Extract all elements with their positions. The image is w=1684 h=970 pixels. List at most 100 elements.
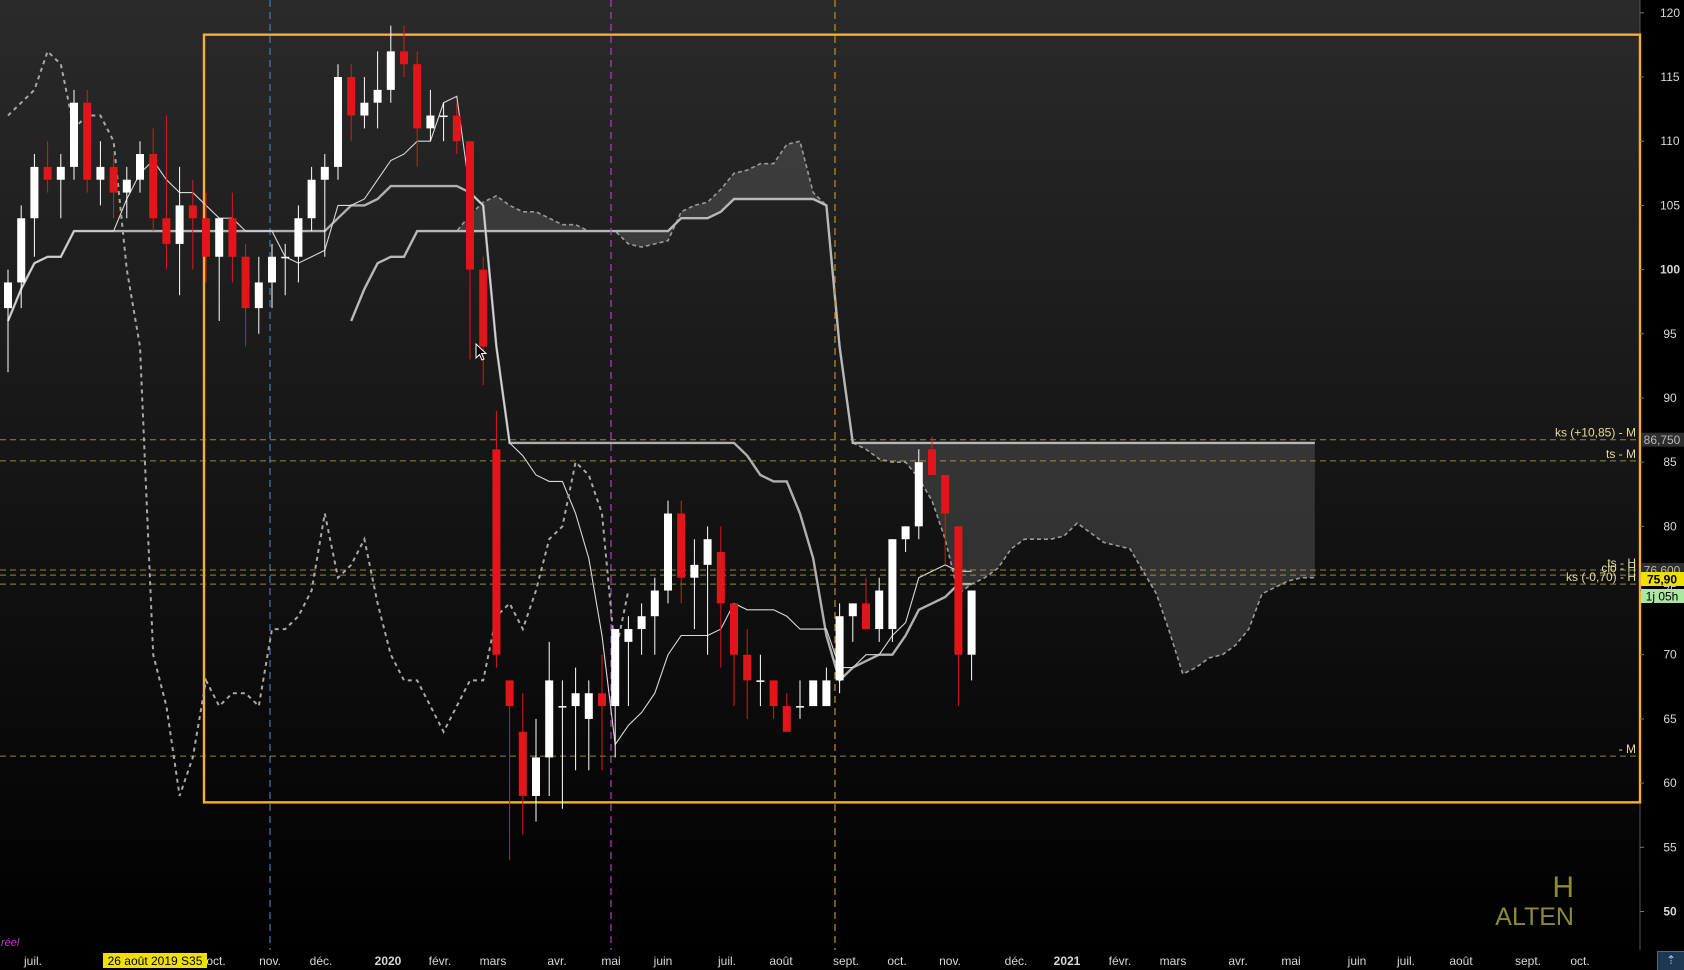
candle-body[interactable] [716,552,725,604]
candle-body[interactable] [624,629,633,642]
candle-body[interactable] [149,154,158,219]
candle-body[interactable] [769,680,778,707]
candle-body[interactable] [584,693,593,719]
candle-body[interactable] [202,218,210,257]
candle-body[interactable] [756,680,765,682]
candle-body[interactable] [598,693,606,707]
candle-body[interactable] [888,539,897,630]
y-tick-label: 50 [1663,904,1677,918]
x-tick-label: nov. [939,954,961,968]
time-axis-background[interactable] [0,950,1640,969]
candle-body[interactable] [360,102,369,116]
candle-body[interactable] [479,269,488,347]
candle-body[interactable] [109,166,118,193]
candle-body[interactable] [307,179,316,219]
y-tick-label: 90 [1663,391,1677,405]
candle-body[interactable] [334,77,342,167]
candle-body[interactable] [452,115,461,142]
x-tick-label: avr. [1228,954,1247,968]
candle-body[interactable] [518,731,527,796]
candle-body[interactable] [650,590,659,617]
candle-body[interactable] [875,590,884,630]
candle-body[interactable] [690,564,699,578]
candle-body[interactable] [703,539,712,565]
candle-body[interactable] [83,102,92,180]
candle-body[interactable] [901,526,910,540]
candle-body[interactable] [215,218,224,257]
x-tick-label: oct. [206,954,225,968]
candle-body[interactable] [281,256,290,259]
candle-body[interactable] [175,205,184,244]
candle-body[interactable] [862,603,870,630]
instrument-name: ALTEN [1495,903,1574,931]
x-tick-label: déc. [1005,954,1028,968]
candle-body[interactable] [967,590,976,655]
candle-body[interactable] [373,89,382,103]
candle-body[interactable] [941,475,950,514]
candle-body[interactable] [532,757,540,796]
candle-body[interactable] [320,166,329,180]
y-tick-label: 120 [1660,6,1680,20]
candle-body[interactable] [228,218,237,257]
candle-body[interactable] [136,154,144,180]
candle-body[interactable] [835,616,844,681]
x-tick-label: févr. [429,954,452,968]
candle-body[interactable] [492,449,501,655]
candle-body[interactable] [294,218,303,257]
y-tick-label: 65 [1663,712,1677,726]
x-tick-label: sept. [833,954,859,968]
candle-body[interactable] [637,616,646,630]
candle-body[interactable] [664,513,672,591]
candle-body[interactable] [611,629,620,707]
candle-body[interactable] [386,51,395,90]
candle-body[interactable] [43,166,52,180]
candle-body[interactable] [413,64,422,129]
candle-body[interactable] [928,449,936,475]
candle-body[interactable] [914,462,923,527]
candle-body[interactable] [96,166,105,180]
candle-body[interactable] [254,282,263,309]
y-tick-label: 55 [1663,840,1677,854]
y-tick-label: 110 [1660,134,1679,148]
candle-body[interactable] [17,218,26,283]
candle-body[interactable] [558,706,567,708]
y-tick-label: 80 [1663,519,1677,533]
candle-body[interactable] [4,282,12,309]
candle-body[interactable] [241,256,250,309]
candlestick-chart[interactable]: ks (+10,85) - Mts - Mts - Hclo - Hks (-0… [0,0,1684,969]
price-badge-label: 86,750 [1644,433,1681,447]
level-label: ts - M [1606,447,1636,461]
candle-body[interactable] [439,115,448,118]
x-tick-label: juin [653,954,673,968]
candle-body[interactable] [809,680,818,707]
x-tick-label: août [1449,954,1473,968]
candle-body[interactable] [70,102,78,167]
candle-body[interactable] [743,654,752,681]
y-tick-label: 105 [1660,198,1680,212]
candle-body[interactable] [268,256,276,283]
candle-body[interactable] [796,706,804,708]
y-tick-label: 115 [1660,70,1679,84]
candle-body[interactable] [545,680,554,758]
candle-body[interactable] [677,513,686,578]
candle-body[interactable] [347,77,356,116]
y-tick-label: 70 [1663,648,1677,662]
candle-body[interactable] [30,166,39,219]
candle-body[interactable] [822,680,831,707]
scroll-to-end-button[interactable]: ⇡ [1657,951,1684,970]
candle-body[interactable] [466,141,474,270]
candle-body[interactable] [848,603,857,617]
candle-body[interactable] [56,166,65,180]
candle-body[interactable] [505,680,514,707]
candle-body[interactable] [782,706,791,732]
x-tick-label: juin [1347,954,1367,968]
candle-body[interactable] [162,218,171,244]
candle-body[interactable] [954,526,963,655]
candle-body[interactable] [122,179,131,193]
candle-body[interactable] [426,115,435,129]
candle-body[interactable] [400,51,408,65]
candle-body[interactable] [571,693,580,707]
candle-body[interactable] [730,603,738,655]
instrument-watermark: H ALTEN [1495,873,1574,932]
candle-body[interactable] [188,205,197,219]
